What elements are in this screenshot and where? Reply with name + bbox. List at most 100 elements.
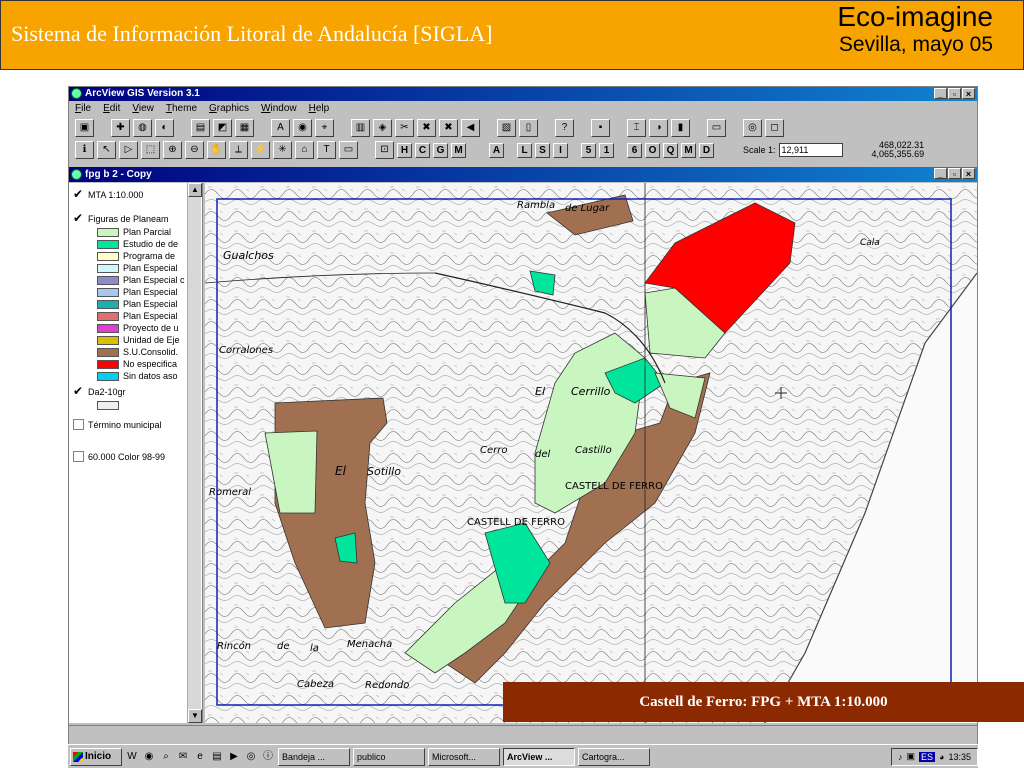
- tool-c[interactable]: C: [415, 142, 430, 158]
- view-close-button[interactable]: ×: [962, 168, 975, 179]
- scroll-down-icon[interactable]: ▼: [188, 709, 202, 723]
- task-microsoft[interactable]: Microsoft...: [428, 747, 500, 766]
- zoom-in-fixed-icon[interactable]: ✖: [417, 119, 436, 137]
- query-icon[interactable]: ⌖: [315, 119, 334, 137]
- checked-icon[interactable]: ✔: [73, 385, 84, 397]
- tool-5[interactable]: 5: [581, 142, 596, 158]
- task-arcview[interactable]: ArcView ...: [503, 747, 575, 766]
- menu-help[interactable]: Help: [309, 101, 330, 117]
- map-display[interactable]: Gualchos Corralones Romeral El Sotillo E…: [205, 183, 977, 723]
- frame-icon[interactable]: ◻: [765, 119, 784, 137]
- browser-icon[interactable]: ◉: [142, 750, 156, 764]
- open-table-icon[interactable]: ▤: [191, 119, 210, 137]
- edit-icon[interactable]: ◩: [213, 119, 232, 137]
- zoom-previous-icon[interactable]: ◀: [461, 119, 480, 137]
- menu-file[interactable]: File: [75, 101, 91, 117]
- search-icon[interactable]: ⌕: [159, 750, 173, 764]
- explorer-icon[interactable]: ▤: [210, 750, 224, 764]
- word-icon[interactable]: W: [125, 750, 139, 764]
- network-icon[interactable]: ◎: [244, 750, 258, 764]
- unchecked-icon[interactable]: [73, 419, 84, 430]
- hotlink-tool-icon[interactable]: ⚡: [251, 141, 270, 159]
- map-canvas[interactable]: Gualchos Corralones Romeral El Sotillo E…: [205, 183, 977, 723]
- hotlink-icon[interactable]: ⌶: [627, 119, 646, 137]
- edit-legend-icon[interactable]: ◐: [155, 119, 174, 137]
- tool-d[interactable]: D: [699, 142, 714, 158]
- inbox-icon[interactable]: ✉: [176, 750, 190, 764]
- zoom-out-icon[interactable]: ⊖: [185, 141, 204, 159]
- menu-view[interactable]: View: [132, 101, 154, 117]
- select-features-icon[interactable]: ▧: [497, 119, 516, 137]
- add-theme-icon[interactable]: ✚: [111, 119, 130, 137]
- unchecked-icon[interactable]: [73, 451, 84, 462]
- label-icon[interactable]: ⌂: [295, 141, 314, 159]
- locate-icon[interactable]: ◉: [293, 119, 312, 137]
- pan-icon[interactable]: ✋: [207, 141, 226, 159]
- menu-theme[interactable]: Theme: [166, 101, 197, 117]
- color-icon[interactable]: ▮: [671, 119, 690, 137]
- task-bandeja[interactable]: Bandeja ...: [278, 747, 350, 766]
- tool-q[interactable]: Q: [663, 142, 678, 158]
- zoom-full-icon[interactable]: ▥: [351, 119, 370, 137]
- text-icon[interactable]: T: [317, 141, 336, 159]
- monitor-icon[interactable]: ◕: [939, 752, 944, 762]
- tool-s[interactable]: S: [535, 142, 550, 158]
- clear-selection-icon[interactable]: ▯: [519, 119, 538, 137]
- menu-edit[interactable]: Edit: [103, 101, 120, 117]
- theme-ortofoto[interactable]: 60.000 Color 98-99: [73, 451, 165, 462]
- media-icon[interactable]: ▶: [227, 750, 241, 764]
- scroll-up-icon[interactable]: ▲: [188, 183, 202, 197]
- zoom-selected-icon[interactable]: ✂: [395, 119, 414, 137]
- network-tray-icon[interactable]: ▣: [907, 751, 916, 762]
- close-button[interactable]: ×: [962, 88, 975, 99]
- layout-icon[interactable]: ▪: [591, 119, 610, 137]
- theme-figuras[interactable]: ✔ Figuras de Planeam: [73, 212, 169, 224]
- theme-da2[interactable]: ✔ Da2-10gr: [73, 385, 126, 397]
- measure-icon[interactable]: ⟂: [229, 141, 248, 159]
- view-titlebar[interactable]: fpg b 2 - Copy _ ▫ ×: [69, 167, 977, 182]
- tool-o[interactable]: O: [645, 142, 660, 158]
- menu-window[interactable]: Window: [261, 101, 297, 117]
- find-icon[interactable]: A: [271, 119, 290, 137]
- select-feature-icon[interactable]: ⬚: [141, 141, 160, 159]
- vertex-edit-icon[interactable]: ▷: [119, 141, 138, 159]
- image-icon[interactable]: ◎: [743, 119, 762, 137]
- checked-icon[interactable]: ✔: [73, 188, 84, 200]
- snap-icon[interactable]: ⊡: [375, 141, 394, 159]
- tool-6[interactable]: 6: [627, 142, 642, 158]
- task-publico[interactable]: publico: [353, 747, 425, 766]
- tool-l[interactable]: L: [517, 142, 532, 158]
- identify-icon[interactable]: ℹ: [75, 141, 94, 159]
- menu-graphics[interactable]: Graphics: [209, 101, 249, 117]
- zoom-out-fixed-icon[interactable]: ✖: [439, 119, 458, 137]
- chart-icon[interactable]: ◑: [649, 119, 668, 137]
- tool-m2[interactable]: M: [681, 142, 696, 158]
- view-minimize-button[interactable]: _: [934, 168, 947, 179]
- print-icon[interactable]: ▭: [707, 119, 726, 137]
- app-titlebar[interactable]: ArcView GIS Version 3.1 _ ▫ ×: [69, 87, 977, 101]
- info-icon[interactable]: ⓘ: [261, 750, 275, 764]
- toc-scrollbar[interactable]: ▲ ▼: [187, 183, 202, 723]
- tool-g[interactable]: G: [433, 142, 448, 158]
- draw-icon[interactable]: ▭: [339, 141, 358, 159]
- zoom-active-icon[interactable]: ◈: [373, 119, 392, 137]
- checked-icon[interactable]: ✔: [73, 212, 84, 224]
- view-restore-button[interactable]: ▫: [948, 168, 961, 179]
- tool-m[interactable]: M: [451, 142, 466, 158]
- table-icon[interactable]: ▦: [235, 119, 254, 137]
- save-icon[interactable]: ▣: [75, 119, 94, 137]
- pointer-icon[interactable]: ↖: [97, 141, 116, 159]
- theme-termino[interactable]: Término municipal: [73, 419, 162, 430]
- tool-i[interactable]: I: [553, 142, 568, 158]
- theme-properties-icon[interactable]: ◍: [133, 119, 152, 137]
- ie-icon[interactable]: e: [193, 750, 207, 764]
- theme-mta[interactable]: ✔ MTA 1:10.000: [73, 188, 143, 200]
- help-icon[interactable]: ?: [555, 119, 574, 137]
- tool-1[interactable]: 1: [599, 142, 614, 158]
- scale-input[interactable]: [778, 143, 843, 157]
- restore-button[interactable]: ▫: [948, 88, 961, 99]
- start-button[interactable]: Inicio: [70, 747, 122, 766]
- language-indicator[interactable]: ES: [919, 751, 936, 762]
- tool-a[interactable]: A: [489, 142, 504, 158]
- volume-icon[interactable]: ♪: [898, 752, 903, 762]
